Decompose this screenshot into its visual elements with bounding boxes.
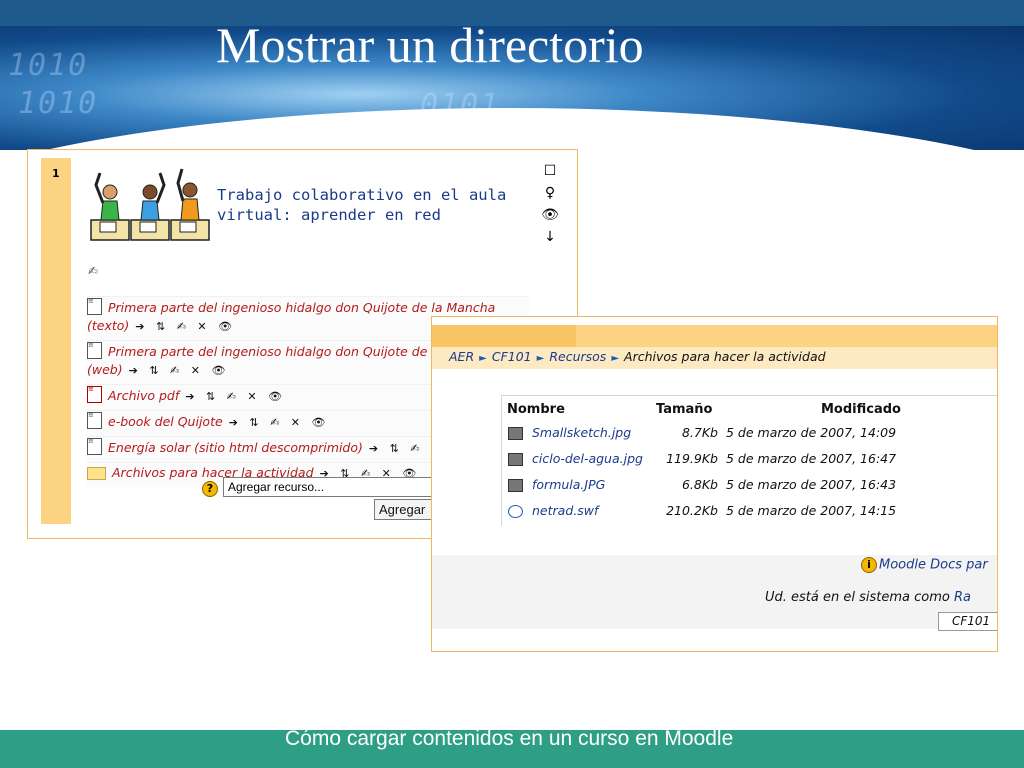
file-link[interactable]: Smallsketch.jpg [532,425,631,440]
column-header-size[interactable]: Tamaño [656,402,712,417]
resource-link[interactable]: e-book del Quijote [108,414,223,429]
square-icon[interactable]: ☐ [540,163,560,185]
column-header-modified[interactable]: Modificado [821,402,901,417]
table-row: formula.JPG 6.8Kb 5 de marzo de 2007, 16… [502,474,997,500]
file-size: 119.9Kb [666,451,718,466]
breadcrumb-separator-icon: ► [611,353,620,364]
add-resource-select[interactable]: Agregar recurso... [223,477,459,497]
file-size: 6.8Kb [681,477,718,492]
file-modified: 5 de marzo de 2007, 14:15 [726,503,897,518]
breadcrumb-link[interactable]: Recursos [549,349,606,364]
breadcrumb-separator-icon: ► [536,353,545,364]
image-file-icon [508,453,523,466]
file-link[interactable]: ciclo-del-agua.jpg [532,451,643,466]
arrow-down-icon[interactable]: ↓ [540,229,560,251]
info-icon: i [861,557,877,573]
image-file-icon [508,479,523,492]
resource-actions[interactable]: ➔ ⇅ ✍ ✕ 👁 [229,416,330,429]
students-illustration-icon [90,168,210,241]
edit-summary-icon[interactable]: ✍ [88,264,98,278]
section-number: 1 [52,167,60,180]
table-row: ciclo-del-agua.jpg 119.9Kb 5 de marzo de… [502,448,997,474]
file-size: 8.7Kb [681,425,718,440]
file-modified: 5 de marzo de 2007, 16:47 [726,451,897,466]
flash-file-icon [508,505,523,518]
course-title: Trabajo colaborativo en el aula virtual:… [217,185,537,225]
resource-link[interactable]: Energía solar (sitio html descomprimido) [108,440,363,455]
lightbulb-icon[interactable]: ♀ [540,185,560,207]
text-page-icon: ≡ [87,412,102,429]
file-link[interactable]: netrad.swf [532,503,598,518]
breadcrumb-current: Archivos para hacer la actividad [624,349,826,364]
resource-actions[interactable]: ➔ ⇅ ✍ ✕ 👁 [129,364,230,377]
breadcrumb-separator-icon: ► [479,353,487,364]
section-controls: ☐ ♀ 👁 ↓ [540,163,560,251]
table-row: netrad.swf 210.2Kb 5 de marzo de 2007, 1… [502,500,997,526]
course-jump-select[interactable]: CF101 [938,612,997,631]
text-page-icon: ≡ [87,342,102,359]
navbar-top-accent [432,325,576,347]
resource-link[interactable]: Archivo pdf [108,388,179,403]
image-file-icon [508,427,523,440]
breadcrumb-link[interactable]: CF101 [492,349,532,364]
login-info-text: Ud. está en el sistema como [765,590,950,605]
slide-title: Mostrar un directorio [216,17,644,73]
resource-actions[interactable]: ➔ ⇅ ✍ ✕ 👁 [185,390,286,403]
column-header-name[interactable]: Nombre [507,402,565,417]
resource-actions[interactable]: ➔ ⇅ ✍ ✕ 👁 [135,320,236,333]
add-resource-row: ? [202,478,218,497]
file-modified: 5 de marzo de 2007, 16:43 [726,477,897,492]
login-info: Ud. está en el sistema como Ra [765,590,971,605]
file-size: 210.2Kb [666,503,718,518]
user-link[interactable]: Ra [954,590,971,605]
directory-page-screenshot: AER ► CF101 ► Recursos ► Archivos para hacer l… [431,316,998,652]
file-table: Nombre Tamaño Modificado Smallsketch.jpg… [501,395,997,526]
file-modified: 5 de marzo de 2007, 14:09 [726,425,897,440]
binary-decoration: 1010 [8,48,89,83]
course-title-line: virtual: aprender en red [217,206,441,224]
folder-icon [87,467,106,480]
eye-icon[interactable]: 👁 [540,207,560,229]
slide-header-banner: 1010 1010 0101 Mostrar un directorio [0,0,1024,150]
table-row: Smallsketch.jpg 8.7Kb 5 de marzo de 2007… [502,422,997,448]
breadcrumb-link[interactable]: AER [449,349,474,364]
footer-caption: Cómo cargar contenidos en un curso en Mo… [285,727,734,750]
breadcrumb: AER ► CF101 ► Recursos ► Archivos para hacer l… [449,349,826,364]
pdf-icon: ≡ [87,386,102,403]
binary-decoration: 1010 [18,86,99,121]
moodle-docs-label[interactable]: Moodle Docs par [879,558,988,573]
help-icon[interactable]: ? [202,480,218,497]
text-page-icon: ≡ [87,438,102,455]
moodle-docs-link[interactable]: i Moodle Docs par [861,557,988,573]
file-link[interactable]: formula.JPG [532,477,605,492]
text-page-icon: ≡ [87,298,102,315]
section-number-column: 1 [41,158,71,524]
course-title-line: Trabajo colaborativo en el aula [217,186,507,204]
